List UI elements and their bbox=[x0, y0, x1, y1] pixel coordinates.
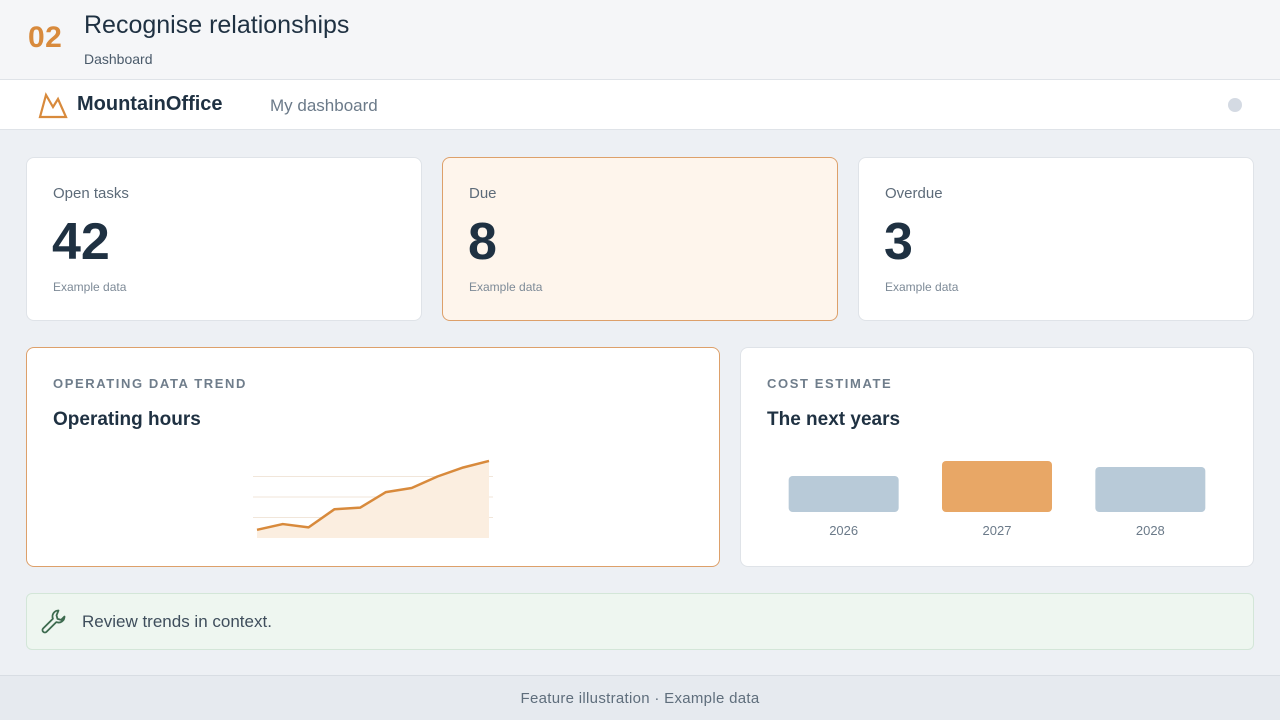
brand-name[interactable]: MountainOffice bbox=[77, 93, 223, 116]
stat-card-due: Due 8 Example data bbox=[442, 157, 838, 321]
bar-2027 bbox=[942, 461, 1052, 512]
stat-card-overdue: Overdue 3 Example data bbox=[858, 157, 1254, 321]
app-bar: MountainOffice My dashboard bbox=[0, 80, 1280, 130]
panel-title: Operating hours bbox=[53, 409, 201, 430]
stat-card-open-tasks: Open tasks 42 Example data bbox=[26, 157, 422, 321]
stat-label: Open tasks bbox=[53, 185, 129, 202]
tick-label: 2026 bbox=[829, 523, 858, 538]
page-header: 02 Recognise relationships Dashboard bbox=[0, 0, 1280, 80]
mountain-icon bbox=[38, 92, 68, 119]
page-subtitle: Dashboard bbox=[84, 51, 153, 67]
page-title: Recognise relationships bbox=[84, 11, 350, 39]
stat-note: Example data bbox=[885, 280, 959, 294]
info-banner: Review trends in context. bbox=[26, 593, 1254, 650]
banner-text: Review trends in context. bbox=[82, 612, 272, 631]
bar-2026 bbox=[788, 476, 899, 512]
panel-eyebrow: COST ESTIMATE bbox=[767, 376, 893, 391]
wrench-icon bbox=[41, 609, 66, 634]
stat-value: 8 bbox=[468, 213, 497, 271]
user-status-dot[interactable] bbox=[1228, 98, 1242, 112]
stat-note: Example data bbox=[469, 280, 543, 294]
panel-eyebrow: OPERATING DATA TREND bbox=[53, 376, 248, 391]
tick-label: 2028 bbox=[1136, 523, 1165, 538]
stat-label: Due bbox=[469, 185, 497, 202]
tick-label: 2027 bbox=[983, 523, 1012, 538]
stat-value: 3 bbox=[884, 213, 913, 271]
panel-title: The next years bbox=[767, 409, 901, 430]
operating-hours-chart bbox=[253, 459, 493, 538]
bar-2028 bbox=[1095, 467, 1206, 512]
footer-text: Feature illustration · Example data bbox=[520, 690, 760, 707]
stat-value: 42 bbox=[52, 213, 110, 271]
trend-panel: OPERATING DATA TREND Operating hours bbox=[26, 347, 720, 567]
stat-label: Overdue bbox=[885, 185, 943, 202]
step-number: 02 bbox=[28, 21, 63, 54]
cost-panel: COST ESTIMATE The next years 2026 2027 202… bbox=[740, 347, 1254, 567]
nav-my-dashboard[interactable]: My dashboard bbox=[270, 96, 378, 116]
cost-estimate-chart: 2026 2027 2028 bbox=[788, 461, 1206, 538]
stat-note: Example data bbox=[53, 280, 127, 294]
footer: Feature illustration · Example data bbox=[0, 675, 1280, 720]
